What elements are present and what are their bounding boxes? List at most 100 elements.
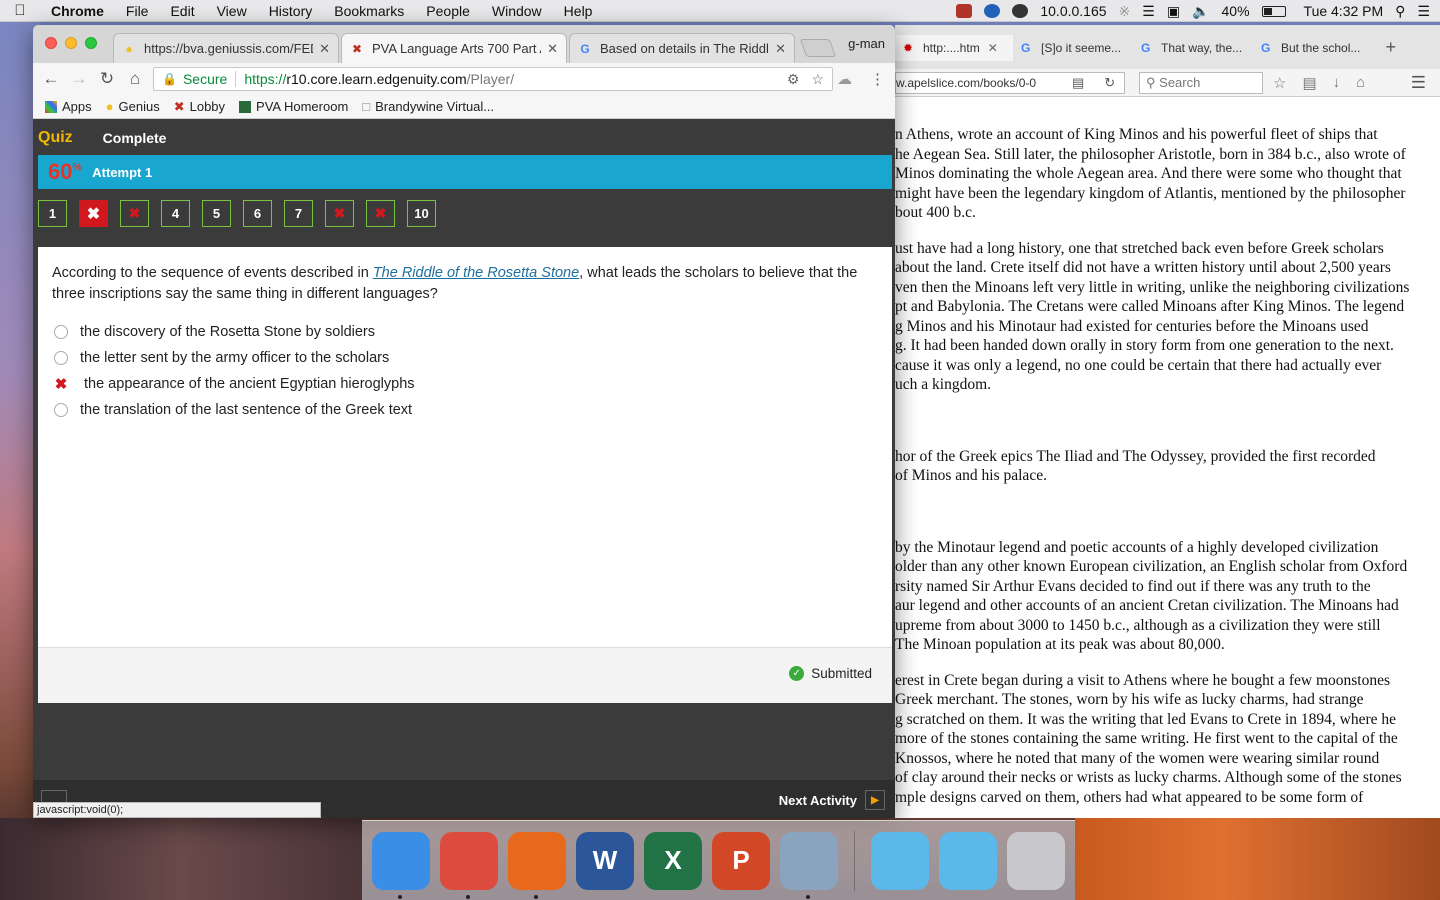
bookmark-lobby[interactable]: ✖ Lobby <box>174 99 225 115</box>
spotlight-search-icon[interactable]: ⚲ <box>1395 3 1405 20</box>
close-icon[interactable]: ✕ <box>988 41 998 55</box>
firefox-tab-that-way[interactable]: G That way, the... <box>1141 35 1255 61</box>
bookmark-genius[interactable]: ● Genius <box>106 99 160 114</box>
dock-icon-letter: X <box>664 845 682 875</box>
home-icon[interactable]: ⌂ <box>1356 74 1365 92</box>
menu-help[interactable]: Help <box>553 3 604 19</box>
question-nav-item[interactable]: 10 <box>407 200 436 227</box>
source-link[interactable]: The Riddle of the Rosetta Stone <box>373 265 579 281</box>
firefox-search-box[interactable]: ⚲ Search <box>1139 72 1263 94</box>
ip-address[interactable]: 10.0.0.165 <box>1040 3 1106 19</box>
back-arrow-icon[interactable]: ← <box>37 69 65 89</box>
menu-window[interactable]: Window <box>481 3 553 19</box>
firefox-tab-so-it-seemed[interactable]: G [S]o it seeme... <box>1021 35 1135 61</box>
article-line: ust have had a long history, one that st… <box>895 239 1384 257</box>
bookmark-brandywine[interactable]: □ Brandywine Virtual... <box>362 99 494 114</box>
article-line: bout 400 b.c. <box>895 204 976 221</box>
reload-icon[interactable]: ↻ <box>1104 73 1115 93</box>
question-nav-item[interactable]: ✖ <box>325 200 354 227</box>
close-window-button[interactable] <box>45 37 57 49</box>
preview-icon[interactable] <box>780 831 838 899</box>
close-icon[interactable]: ✕ <box>775 41 786 57</box>
profile-name[interactable]: g-man <box>848 36 885 51</box>
chrome-icon[interactable] <box>440 831 498 899</box>
tab-based-on-details[interactable]: G Based on details in The Riddle ✕ <box>569 33 795 63</box>
answer-option[interactable]: ✖ the appearance of the ancient Egyptian … <box>54 371 415 397</box>
tab-pva-language-arts[interactable]: ✖ PVA Language Arts 700 Part A ✕ <box>341 33 567 63</box>
download-icon[interactable]: ↓ <box>1333 74 1341 92</box>
wolf-app-icon[interactable] <box>956 4 973 18</box>
apple-icon[interactable]:  <box>0 2 40 19</box>
bookmark-pva-homeroom[interactable]: PVA Homeroom <box>239 99 348 114</box>
wifi-icon[interactable]: ☰ <box>1142 3 1155 20</box>
shazam-icon[interactable] <box>984 4 1001 18</box>
battery-icon[interactable] <box>1261 5 1286 17</box>
close-icon[interactable]: ✕ <box>547 41 558 57</box>
home-icon[interactable]: ⌂ <box>121 69 149 89</box>
trash-icon[interactable] <box>1007 831 1065 890</box>
play-arrow-icon: ▶ <box>865 790 885 810</box>
menu-people[interactable]: People <box>415 3 481 19</box>
question-nav-item[interactable]: 5 <box>202 200 231 227</box>
bookmark-star-icon[interactable]: ☆ <box>1273 74 1286 92</box>
menu-bookmarks[interactable]: Bookmarks <box>323 3 415 19</box>
reload-icon[interactable]: ↻ <box>93 69 121 89</box>
firefox-tab-htm[interactable]: ✹ http:....htm ✕ <box>895 35 1013 61</box>
menu-edit[interactable]: Edit <box>159 3 205 19</box>
question-nav-item[interactable]: 1 <box>38 200 67 227</box>
forward-arrow-icon[interactable]: → <box>65 69 93 89</box>
next-activity-button[interactable]: Next Activity ▶ <box>779 790 885 810</box>
answer-option[interactable]: the discovery of the Rosetta Stone by so… <box>54 319 415 345</box>
question-nav-item[interactable]: ✖ <box>366 200 395 227</box>
firefox-tab-but-the-scholars[interactable]: G But the schol... <box>1261 35 1369 61</box>
question-nav-item[interactable]: 6 <box>243 200 272 227</box>
app-status-icon[interactable] <box>1012 4 1029 18</box>
firefox-url-bar[interactable]: w.apelslice.com/books/0-0 ▤ ↻ <box>895 72 1125 94</box>
menu-view[interactable]: View <box>206 3 258 19</box>
applications-icon[interactable] <box>939 831 997 890</box>
running-indicator <box>806 894 810 899</box>
clock[interactable]: Tue 4:32 PM <box>1304 3 1384 19</box>
new-tab-button[interactable] <box>799 39 837 57</box>
question-nav-item[interactable]: ✖ <box>79 200 108 227</box>
radio-button[interactable] <box>54 325 68 339</box>
volume-icon[interactable]: 🔈 <box>1192 3 1209 20</box>
menu-app-name[interactable]: Chrome <box>40 3 115 19</box>
lightbulb-icon: ● <box>125 41 133 56</box>
bookmark-apps[interactable]: Apps <box>45 99 92 114</box>
menu-history[interactable]: History <box>258 3 324 19</box>
firefox-icon[interactable] <box>508 831 566 899</box>
question-nav-item[interactable]: 7 <box>284 200 313 227</box>
minimize-window-button[interactable] <box>65 37 77 49</box>
close-icon[interactable]: ✕ <box>319 41 330 57</box>
address-bar[interactable]: 🔒 Secure https:// r10.core.learn.edgenui… <box>153 67 833 91</box>
notification-center-icon[interactable]: ☰ <box>1417 3 1430 20</box>
new-tab-plus-icon[interactable]: + <box>1385 37 1396 58</box>
fullscreen-window-button[interactable] <box>85 37 97 49</box>
answer-option[interactable]: the letter sent by the army officer to t… <box>54 345 415 371</box>
menu-file[interactable]: File <box>115 3 160 19</box>
bluetooth-icon[interactable]: ※ <box>1119 3 1131 20</box>
bookmark-star-icon[interactable]: ☆ <box>811 71 824 88</box>
dock-icon-letter: P <box>732 845 750 875</box>
hamburger-menu-icon[interactable]: ☰ <box>1411 73 1426 93</box>
question-nav-item[interactable]: ✖ <box>120 200 149 227</box>
excel-icon[interactable]: X <box>644 831 702 890</box>
question-nav-item[interactable]: 4 <box>161 200 190 227</box>
word-icon[interactable]: W <box>576 831 634 890</box>
answer-option[interactable]: the translation of the last sentence of … <box>54 397 415 423</box>
battery-percent[interactable]: 40% <box>1222 3 1250 19</box>
airplay-icon[interactable]: ▣ <box>1167 3 1180 20</box>
library-icon[interactable]: ▤ <box>1302 74 1316 92</box>
reader-view-icon[interactable]: ▤ <box>1072 73 1084 93</box>
firefox-url-text: w.apelslice.com/books/0-0 <box>896 76 1037 90</box>
downloads-icon[interactable] <box>871 831 929 890</box>
extension-puzzle-icon[interactable]: ⚙ <box>787 71 800 88</box>
radio-button[interactable] <box>54 403 68 417</box>
powerpoint-icon[interactable]: P <box>712 831 770 890</box>
radio-button[interactable] <box>54 351 68 365</box>
tab-genius[interactable]: ● https://bva.geniussis.com/FED ✕ <box>113 33 339 63</box>
finder-icon[interactable] <box>372 831 430 899</box>
cloud-extension-icon[interactable]: ☁ <box>837 70 852 88</box>
more-vertical-icon[interactable]: ⋮ <box>870 70 885 88</box>
